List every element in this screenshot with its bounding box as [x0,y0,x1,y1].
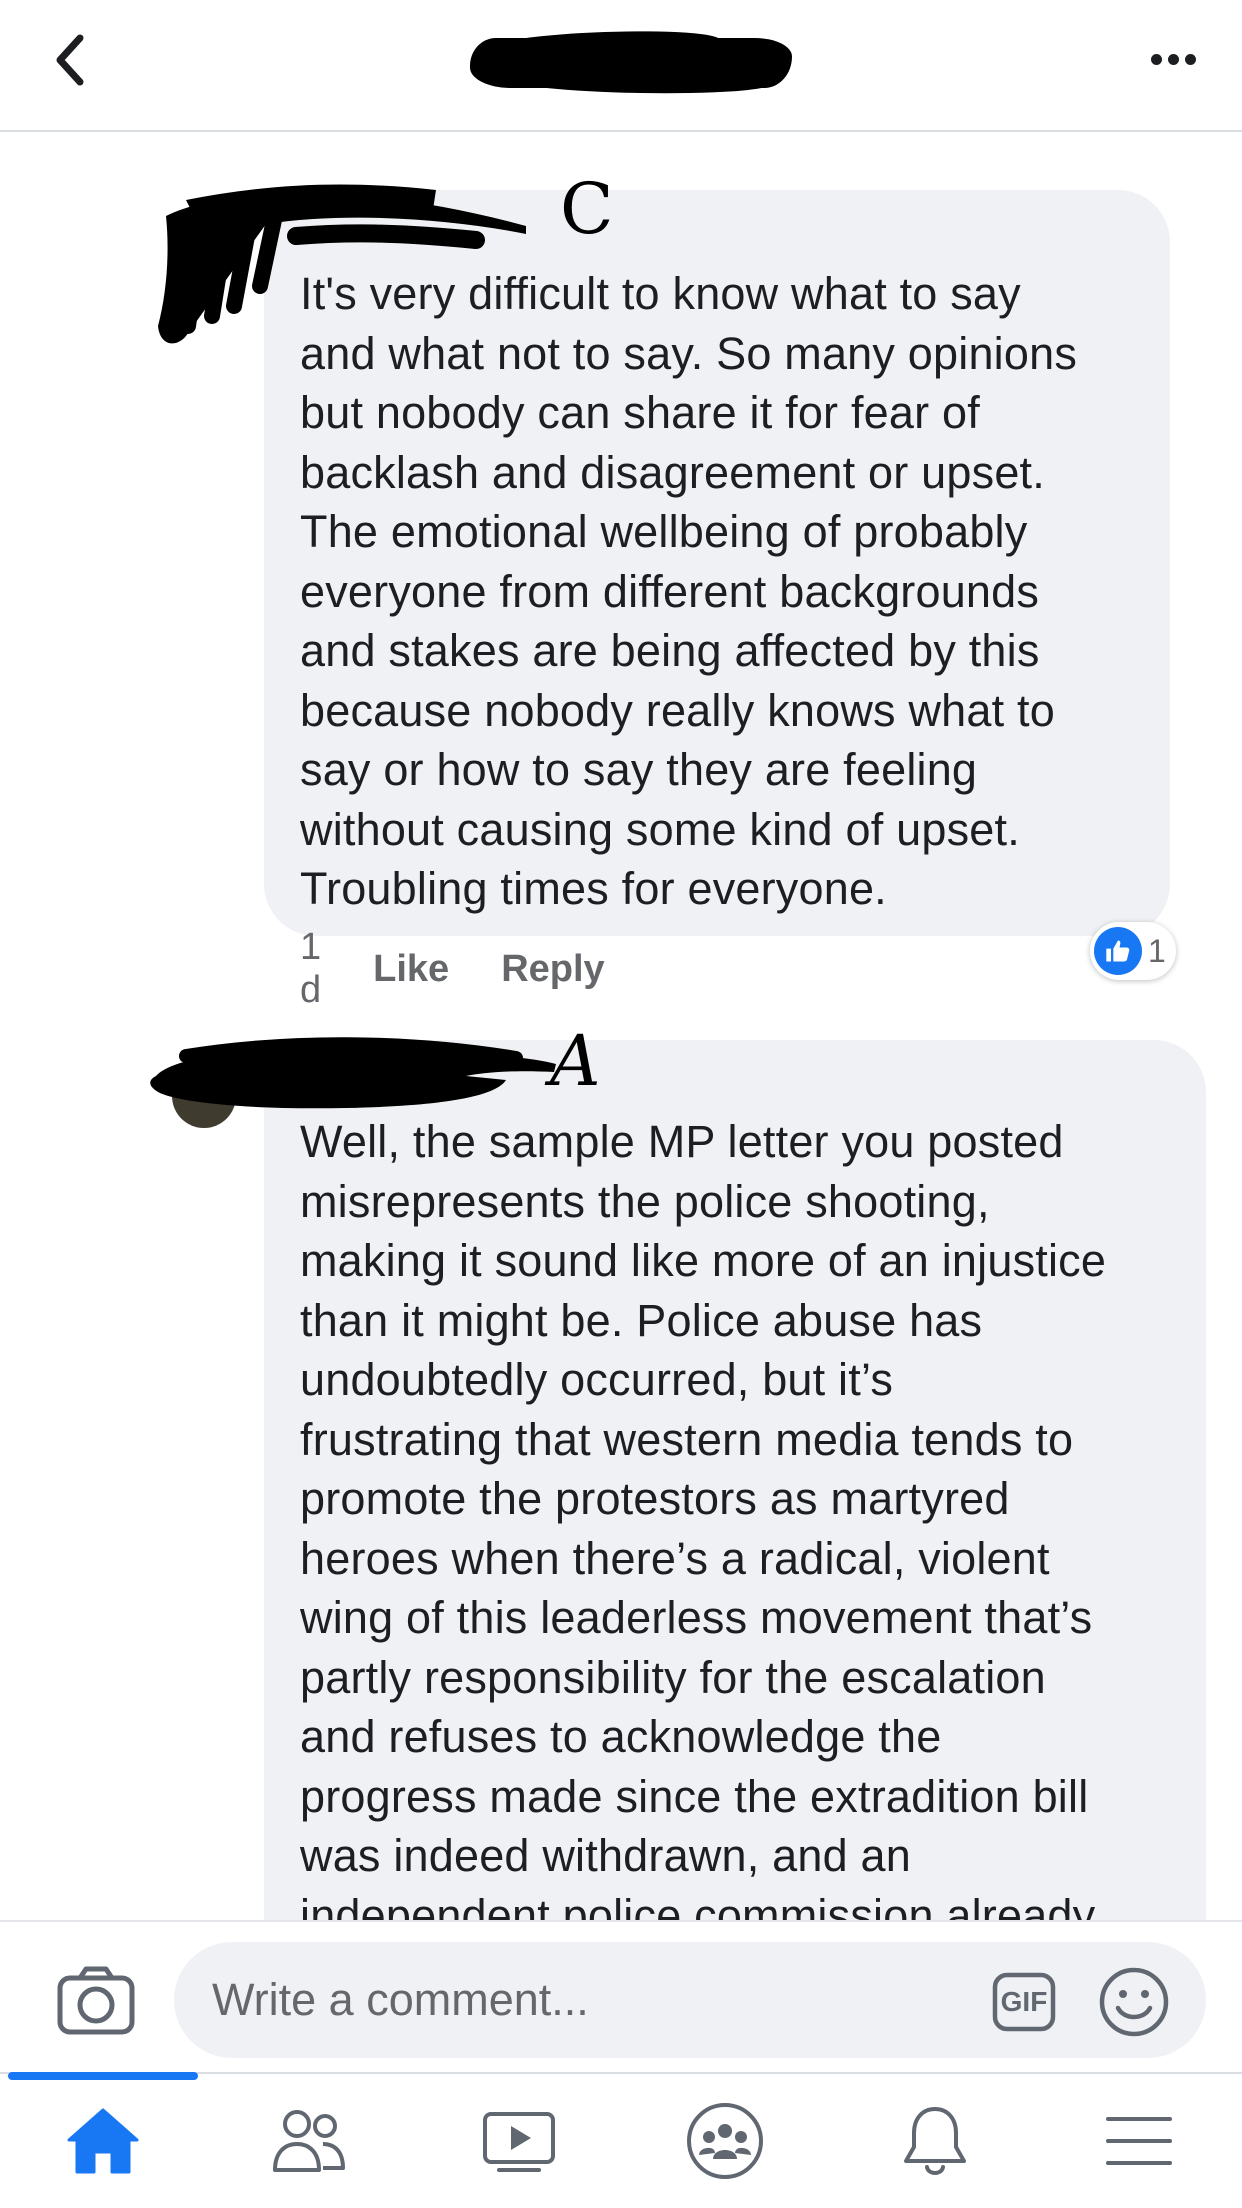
tab-watch[interactable] [464,2096,574,2186]
video-play-icon [483,2112,555,2172]
back-button[interactable] [40,30,100,90]
chevron-left-icon [56,34,84,86]
author-initial: A [550,1020,601,1102]
comment-timestamp: 1 d [300,926,322,1011]
top-nav-bar [0,0,1242,132]
thumbs-up-icon [1094,927,1142,975]
comment-actions: 1 d Like Reply [300,926,657,1011]
more-dot [1167,53,1179,65]
gif-button[interactable]: GIF [992,1972,1056,2032]
gif-label: GIF [1000,1986,1048,2017]
camera-button[interactable] [56,1964,136,2038]
reaction-count: 1 [1148,932,1166,969]
author-name-redaction [150,1037,556,1109]
tab-home[interactable] [48,2096,158,2186]
comment-composer: GIF [0,1920,1242,2072]
bottom-tab-bar [0,2072,1242,2208]
emoji-button[interactable] [1098,1966,1170,2038]
smiley-icon [1099,1967,1169,2037]
friends-icon [273,2110,345,2172]
comment-text: It's very difficult to know what to say … [300,268,1078,914]
bell-icon [904,2107,966,2175]
tab-menu[interactable] [1084,2096,1194,2186]
more-dot [1184,53,1196,65]
camera-icon [57,1966,135,2035]
page-title-redacted [470,38,792,88]
active-tab-indicator [8,2072,198,2080]
author-initial: C [560,168,614,250]
comment-text: Well, the sample MP letter you posted mi… [300,1116,1107,1920]
tab-friends[interactable] [254,2096,364,2186]
more-dots-icon [1150,53,1162,65]
tab-groups[interactable] [670,2096,780,2186]
home-icon [67,2108,139,2174]
reaction-summary[interactable]: 1 [1090,922,1176,980]
more-options-button[interactable] [1138,34,1208,84]
groups-icon [687,2103,763,2179]
previous-comment-cutoff [290,122,650,136]
tab-notifications[interactable] [880,2096,990,2186]
page-title [470,38,792,88]
hamburger-menu-icon [1106,2117,1172,2165]
reply-button[interactable]: Reply [501,948,604,991]
like-button[interactable]: Like [373,948,449,991]
